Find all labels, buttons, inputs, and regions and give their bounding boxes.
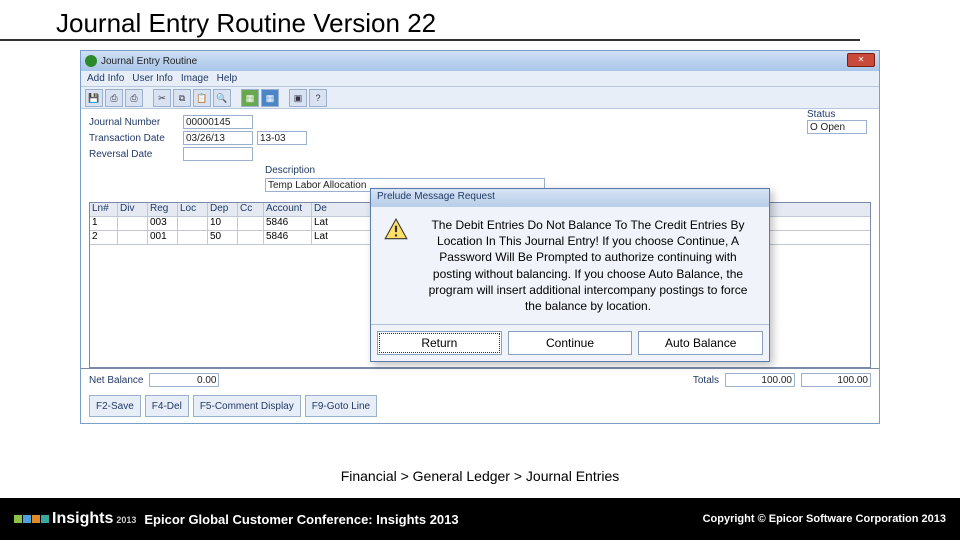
cell: 50 xyxy=(208,231,238,244)
cell xyxy=(118,231,148,244)
warning-icon xyxy=(383,217,409,243)
cell xyxy=(118,217,148,230)
label-net-balance: Net Balance xyxy=(89,375,143,386)
close-icon[interactable]: ✕ xyxy=(847,53,875,67)
function-bar: F2-Save F4-Del F5-Comment Display F9-Got… xyxy=(81,391,879,423)
cell xyxy=(178,231,208,244)
col-div: Div xyxy=(118,203,148,216)
cell: 1 xyxy=(90,217,118,230)
f2-save-button[interactable]: F2-Save xyxy=(89,395,141,417)
insights-logo: Insights 2013 xyxy=(14,510,136,528)
paste-icon[interactable]: 📋 xyxy=(193,89,211,107)
balance-bar: Net Balance 0.00 Totals 100.00 100.00 xyxy=(81,368,879,391)
footer-center: Epicor Global Customer Conference: Insig… xyxy=(144,512,458,527)
dialog-title: Prelude Message Request xyxy=(371,189,769,207)
field-total-credit: 100.00 xyxy=(801,373,871,387)
label-description: Description xyxy=(265,165,871,176)
window-title: Journal Entry Routine xyxy=(101,56,197,67)
titlebar: Journal Entry Routine ✕ xyxy=(81,51,879,71)
slide-title: Journal Entry Routine Version 22 xyxy=(0,0,860,41)
footer: Insights 2013 Epicor Global Customer Con… xyxy=(0,498,960,540)
label-journal-number: Journal Number xyxy=(89,117,179,128)
col-de: De xyxy=(312,203,342,216)
col-loc: Loc xyxy=(178,203,208,216)
field-net-balance: 0.00 xyxy=(149,373,219,387)
dialog-buttons: Return Continue Auto Balance xyxy=(371,324,769,361)
tool-c-icon[interactable]: ▣ xyxy=(289,89,307,107)
print2-icon[interactable]: ⎙ xyxy=(125,89,143,107)
cell: 2 xyxy=(90,231,118,244)
label-reversal-date: Reversal Date xyxy=(89,149,179,160)
cell: 5846 xyxy=(264,217,312,230)
field-status: O Open xyxy=(807,120,867,134)
help-icon[interactable]: ? xyxy=(309,89,327,107)
field-transaction-date[interactable]: 03/26/13 xyxy=(183,131,253,145)
message-dialog: Prelude Message Request The Debit Entrie… xyxy=(370,188,770,362)
cell: 5846 xyxy=(264,231,312,244)
breadcrumb: Financial > General Ledger > Journal Ent… xyxy=(0,468,960,484)
menu-help[interactable]: Help xyxy=(217,73,238,84)
app-icon xyxy=(85,55,97,67)
logo-year: 2013 xyxy=(116,515,136,525)
copy-icon[interactable]: ⧉ xyxy=(173,89,191,107)
save-icon[interactable]: 💾 xyxy=(85,89,103,107)
cell xyxy=(238,231,264,244)
tool-b-icon[interactable]: ▦ xyxy=(261,89,279,107)
cut-icon[interactable]: ✂ xyxy=(153,89,171,107)
logo-text: Insights xyxy=(52,510,113,528)
menubar: Add Info User Info Image Help xyxy=(81,71,879,87)
label-status: Status xyxy=(807,109,867,120)
menu-user-info[interactable]: User Info xyxy=(132,73,173,84)
print-icon[interactable]: ⎙ xyxy=(105,89,123,107)
col-ln: Ln# xyxy=(90,203,118,216)
field-reversal-date[interactable] xyxy=(183,147,253,161)
field-total-debit: 100.00 xyxy=(725,373,795,387)
cell: Lat xyxy=(312,217,342,230)
col-cc: Cc xyxy=(238,203,264,216)
f4-del-button[interactable]: F4-Del xyxy=(145,395,189,417)
col-dep: Dep xyxy=(208,203,238,216)
auto-balance-button[interactable]: Auto Balance xyxy=(638,331,763,355)
menu-image[interactable]: Image xyxy=(181,73,209,84)
cell: 003 xyxy=(148,217,178,230)
col-account: Account xyxy=(264,203,312,216)
cell: 001 xyxy=(148,231,178,244)
dialog-message: The Debit Entries Do Not Balance To The … xyxy=(419,217,757,314)
label-totals: Totals xyxy=(693,375,719,386)
toolbar: 💾 ⎙ ⎙ ✂ ⧉ 📋 🔍 ▦ ▦ ▣ ? xyxy=(81,87,879,109)
continue-button[interactable]: Continue xyxy=(508,331,633,355)
tool-a-icon[interactable]: ▦ xyxy=(241,89,259,107)
menu-add-info[interactable]: Add Info xyxy=(87,73,124,84)
return-button[interactable]: Return xyxy=(377,331,502,355)
col-reg: Reg xyxy=(148,203,178,216)
cell xyxy=(178,217,208,230)
form-area: Journal Number 00000145 Transaction Date… xyxy=(81,109,879,198)
label-transaction-date: Transaction Date xyxy=(89,133,179,144)
search-icon[interactable]: 🔍 xyxy=(213,89,231,107)
cell xyxy=(238,217,264,230)
field-journal-number[interactable]: 00000145 xyxy=(183,115,253,129)
f5-comment-button[interactable]: F5-Comment Display xyxy=(193,395,301,417)
footer-copyright: Copyright © Epicor Software Corporation … xyxy=(703,513,946,525)
field-transaction-period[interactable]: 13-03 xyxy=(257,131,307,145)
cell: 10 xyxy=(208,217,238,230)
cell: Lat xyxy=(312,231,342,244)
f9-goto-button[interactable]: F9-Goto Line xyxy=(305,395,377,417)
